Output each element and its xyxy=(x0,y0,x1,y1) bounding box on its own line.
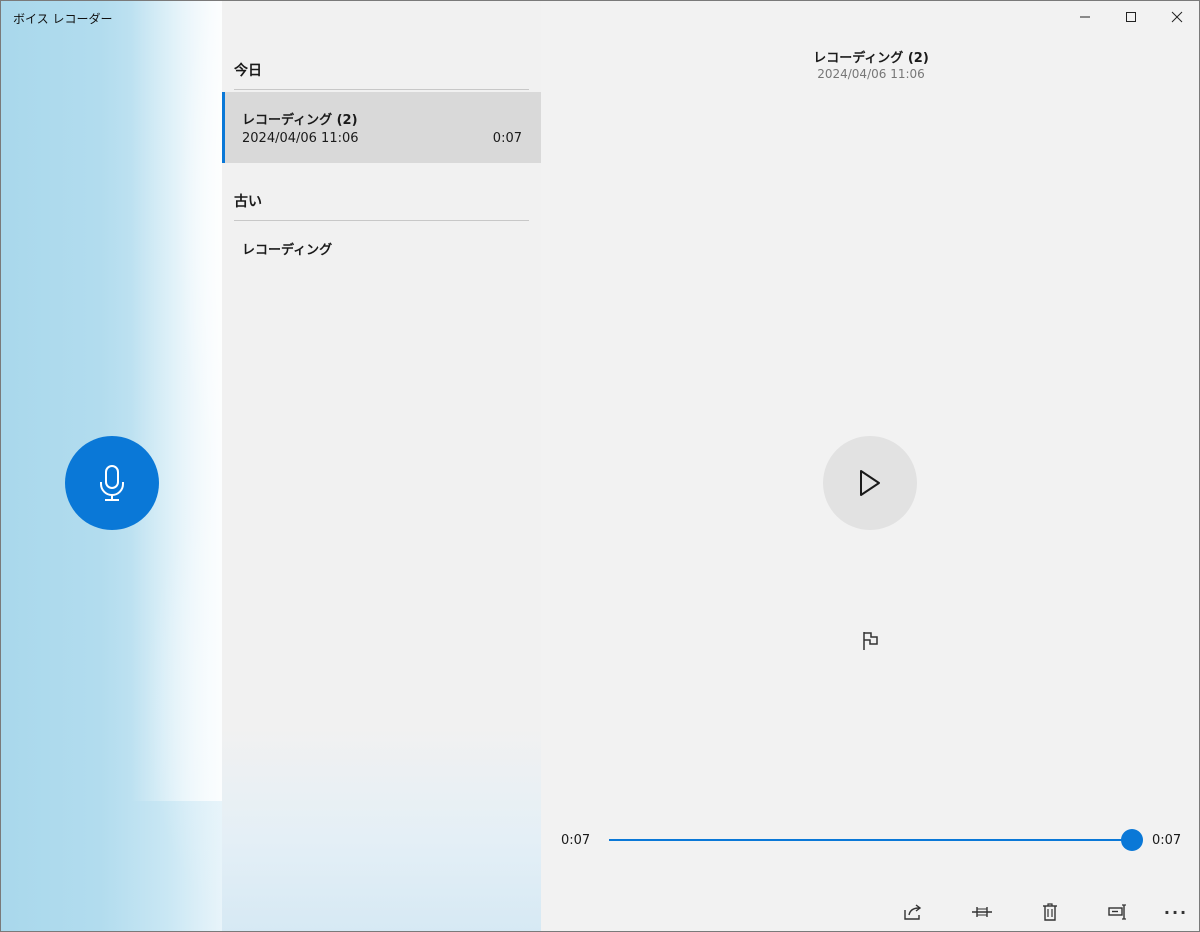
current-time: 0:07 xyxy=(561,833,591,848)
maximize-button[interactable] xyxy=(1108,1,1154,33)
play-button[interactable] xyxy=(823,436,917,530)
microphone-icon xyxy=(100,465,124,501)
recording-item[interactable]: レコーディング xyxy=(222,226,541,270)
record-button[interactable] xyxy=(65,436,159,530)
trim-button[interactable] xyxy=(968,900,996,924)
recording-name: レコーディング (2) xyxy=(242,113,358,128)
recording-name: レコーディング xyxy=(242,243,333,258)
rename-button[interactable] xyxy=(1104,900,1132,924)
app-window: ボイス レコーダー 今日 レコーディング (2) 2024/04/06 11:0… xyxy=(0,0,1200,932)
group-header-today: 今日 xyxy=(234,60,529,90)
delete-icon xyxy=(1043,903,1057,921)
maximize-icon xyxy=(1126,12,1136,22)
recording-duration: 0:07 xyxy=(492,131,522,146)
flag-icon xyxy=(863,632,878,650)
playback-title: レコーディング (2) xyxy=(813,51,929,66)
trim-icon xyxy=(972,907,992,917)
recording-item-selected[interactable]: レコーディング (2) 2024/04/06 11:06 0:07 xyxy=(222,92,541,163)
delete-button[interactable] xyxy=(1036,900,1064,924)
playback-pane: レコーディング (2) 2024/04/06 11:06 0:07 0:07 ·… xyxy=(541,1,1199,931)
group-header-older: 古い xyxy=(234,191,529,221)
total-time: 0:07 xyxy=(1152,833,1182,848)
recording-date: 2024/04/06 11:06 xyxy=(242,131,359,146)
close-button[interactable] xyxy=(1154,1,1199,33)
window-title: ボイス レコーダー xyxy=(13,12,113,26)
add-marker-button[interactable] xyxy=(859,629,883,653)
share-button[interactable] xyxy=(899,900,927,924)
share-icon xyxy=(904,904,922,920)
recordings-list: 今日 レコーディング (2) 2024/04/06 11:06 0:07 古い … xyxy=(222,1,541,931)
close-icon xyxy=(1171,11,1183,23)
more-options-button[interactable]: ··· xyxy=(1162,900,1190,924)
minimize-button[interactable] xyxy=(1062,1,1108,33)
seek-thumb[interactable] xyxy=(1121,829,1143,851)
minimize-icon xyxy=(1080,16,1090,18)
playback-date: 2024/04/06 11:06 xyxy=(817,67,925,81)
seek-track[interactable] xyxy=(609,839,1131,841)
rename-icon xyxy=(1108,904,1126,920)
play-icon xyxy=(860,470,880,496)
